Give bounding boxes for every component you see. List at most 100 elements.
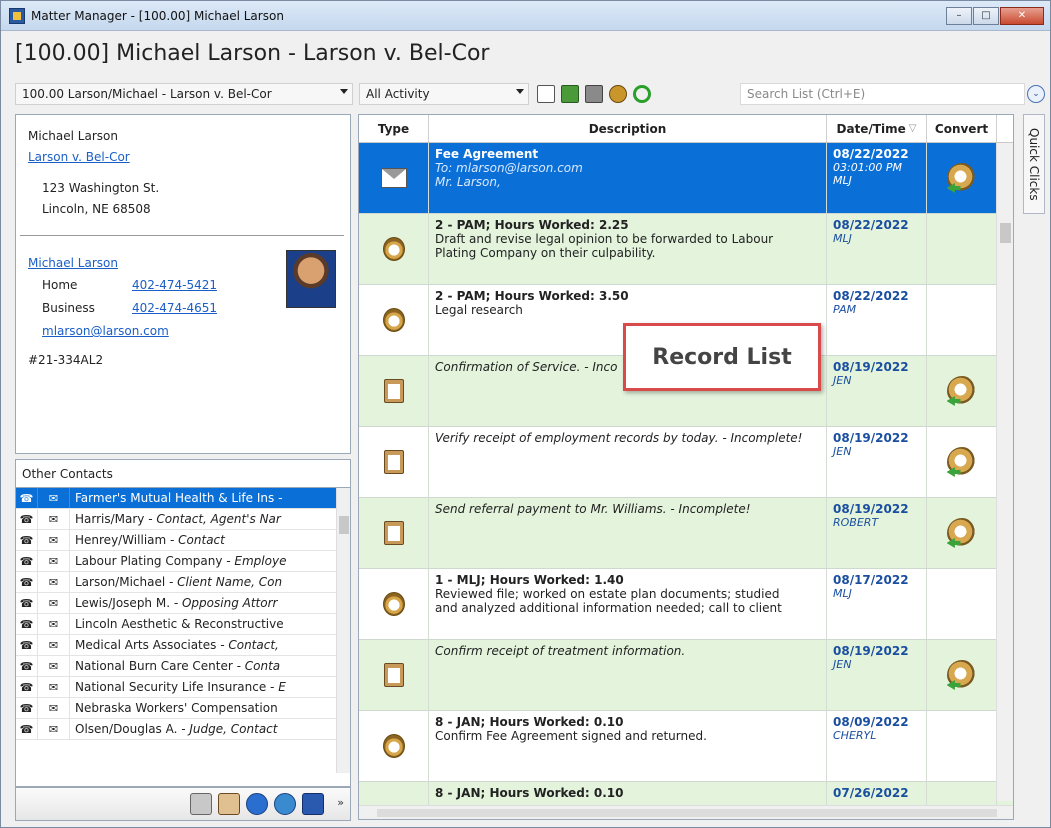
- scanner-icon[interactable]: [585, 85, 603, 103]
- type-cell: [359, 569, 429, 639]
- expand-icon[interactable]: ⌄: [1027, 85, 1045, 103]
- column-header-convert[interactable]: Convert: [927, 115, 997, 142]
- refresh-icon[interactable]: [633, 85, 651, 103]
- mail-icon[interactable]: ✉: [38, 488, 70, 508]
- contact-row[interactable]: ☎ ✉ Medical Arts Associates - Contact,: [16, 635, 350, 656]
- phone-icon[interactable]: ☎: [16, 530, 38, 550]
- contact-text: Farmer's Mutual Health & Life Ins -: [70, 491, 310, 505]
- mail-icon[interactable]: ✉: [38, 530, 70, 550]
- contact-text: Henrey/William - Contact: [70, 533, 310, 547]
- record-row[interactable]: Send referral payment to Mr. Williams. -…: [359, 498, 1013, 569]
- record-row[interactable]: Fee Agreement To: mlarson@larson.com Mr. L…: [359, 143, 1013, 214]
- record-list-callout: Record List: [623, 323, 821, 391]
- mail-icon[interactable]: ✉: [38, 677, 70, 697]
- phone-icon[interactable]: ☎: [16, 551, 38, 571]
- convert-timer-icon[interactable]: [946, 660, 977, 690]
- convert-timer-icon[interactable]: [946, 518, 977, 548]
- mail-icon[interactable]: ✉: [38, 719, 70, 739]
- contact-row[interactable]: ☎ ✉ Farmer's Mutual Health & Life Ins -: [16, 488, 350, 509]
- timer-icon[interactable]: [246, 793, 268, 815]
- contact-name: National Burn Care Center: [75, 659, 233, 673]
- case-link[interactable]: Larson v. Bel-Cor: [28, 150, 130, 164]
- maximize-button[interactable]: □: [973, 6, 999, 25]
- column-header-description[interactable]: Description: [429, 115, 827, 142]
- contacts-scrollbar[interactable]: [336, 488, 350, 773]
- email-link[interactable]: mlarson@larson.com: [42, 324, 169, 338]
- convert-cell[interactable]: [927, 356, 997, 426]
- column-header-type[interactable]: Type: [359, 115, 429, 142]
- title-bar[interactable]: Matter Manager - [100.00] Michael Larson…: [1, 1, 1050, 31]
- quick-clicks-tab[interactable]: Quick Clicks: [1023, 114, 1045, 214]
- record-date: 08/17/2022: [833, 573, 909, 587]
- close-button[interactable]: ✕: [1000, 6, 1044, 25]
- convert-cell[interactable]: [927, 498, 997, 568]
- contact-row[interactable]: ☎ ✉ Lincoln Aesthetic & Reconstructive: [16, 614, 350, 635]
- calendar-icon[interactable]: [190, 793, 212, 815]
- new-document-icon[interactable]: [537, 85, 555, 103]
- task-icon[interactable]: [218, 793, 240, 815]
- activity-select[interactable]: All Activity: [359, 83, 529, 105]
- contact-row[interactable]: ☎ ✉ National Security Life Insurance - E: [16, 677, 350, 698]
- contact-role: - E: [266, 680, 286, 694]
- matter-select[interactable]: 100.00 Larson/Michael - Larson v. Bel-Co…: [15, 83, 353, 105]
- record-row[interactable]: Verify receipt of employment records by …: [359, 427, 1013, 498]
- phone-icon[interactable]: ☎: [16, 719, 38, 739]
- contact-row[interactable]: ☎ ✉ Harris/Mary - Contact, Agent's Nar: [16, 509, 350, 530]
- phone-icon[interactable]: ☎: [16, 509, 38, 529]
- contact-row[interactable]: ☎ ✉ Labour Plating Company - Employe: [16, 551, 350, 572]
- grid-horizontal-scrollbar[interactable]: [359, 805, 1013, 819]
- contact-row[interactable]: ☎ ✉ Nebraska Workers' Compensation: [16, 698, 350, 719]
- home-phone-link[interactable]: 402-474-5421: [132, 278, 217, 292]
- convert-timer-icon[interactable]: [946, 163, 977, 193]
- word-icon[interactable]: [302, 793, 324, 815]
- mail-icon[interactable]: ✉: [38, 551, 70, 571]
- record-row[interactable]: 1 - MLJ; Hours Worked: 1.40 Reviewed file…: [359, 569, 1013, 640]
- contact-text: Olsen/Douglas A. - Judge, Contact: [70, 722, 310, 736]
- contact-row[interactable]: ☎ ✉ Lewis/Joseph M. - Opposing Attorr: [16, 593, 350, 614]
- convert-cell[interactable]: [927, 640, 997, 710]
- convert-cell[interactable]: [927, 427, 997, 497]
- phone-icon[interactable]: ☎: [16, 488, 38, 508]
- business-phone-link[interactable]: 402-474-4651: [132, 301, 217, 315]
- column-header-date[interactable]: Date/Time ▽: [827, 115, 927, 142]
- contact-row[interactable]: ☎ ✉ Henrey/William - Contact: [16, 530, 350, 551]
- record-row[interactable]: Confirm receipt of treatment information…: [359, 640, 1013, 711]
- phone-icon[interactable]: ☎: [16, 572, 38, 592]
- phone-icon[interactable]: ☎: [16, 656, 38, 676]
- convert-cell[interactable]: [927, 143, 997, 213]
- phone-icon[interactable]: ☎: [16, 677, 38, 697]
- mail-icon[interactable]: ✉: [38, 509, 70, 529]
- minimize-button[interactable]: –: [946, 6, 972, 25]
- phone-icon[interactable]: ☎: [16, 635, 38, 655]
- scroll-thumb[interactable]: [377, 809, 997, 817]
- convert-timer-icon[interactable]: [946, 376, 977, 406]
- convert-timer-icon[interactable]: [946, 447, 977, 477]
- date-cell: 08/22/2022 MLJ: [827, 214, 927, 284]
- note-icon[interactable]: [561, 85, 579, 103]
- contact-row[interactable]: ☎ ✉ Larson/Michael - Client Name, Con: [16, 572, 350, 593]
- phone-icon[interactable]: ☎: [16, 593, 38, 613]
- phone-call-icon[interactable]: [274, 793, 296, 815]
- grid-scrollbar[interactable]: [996, 143, 1013, 801]
- contact-row[interactable]: ☎ ✉ Olsen/Douglas A. - Judge, Contact: [16, 719, 350, 740]
- record-row[interactable]: 2 - PAM; Hours Worked: 2.25 Draft and rev…: [359, 214, 1013, 285]
- mail-icon[interactable]: ✉: [38, 572, 70, 592]
- mail-icon[interactable]: ✉: [38, 635, 70, 655]
- mail-icon[interactable]: ✉: [38, 614, 70, 634]
- type-cell: [359, 143, 429, 213]
- contact-link[interactable]: Michael Larson: [28, 256, 118, 270]
- mail-icon[interactable]: ✉: [38, 656, 70, 676]
- record-date: 08/22/2022: [833, 218, 909, 232]
- address-line-2: Lincoln, NE 68508: [42, 202, 151, 216]
- mail-icon[interactable]: ✉: [38, 698, 70, 718]
- contact-row[interactable]: ☎ ✉ National Burn Care Center - Conta: [16, 656, 350, 677]
- more-icon[interactable]: »: [337, 796, 344, 809]
- timer-icon[interactable]: [609, 85, 627, 103]
- mail-icon[interactable]: ✉: [38, 593, 70, 613]
- scroll-thumb[interactable]: [339, 516, 349, 534]
- phone-icon[interactable]: ☎: [16, 614, 38, 634]
- search-input[interactable]: Search List (Ctrl+E): [740, 83, 1025, 105]
- phone-icon[interactable]: ☎: [16, 698, 38, 718]
- scroll-thumb[interactable]: [1000, 223, 1011, 243]
- record-row[interactable]: 8 - JAN; Hours Worked: 0.10 Confirm Fee A…: [359, 711, 1013, 782]
